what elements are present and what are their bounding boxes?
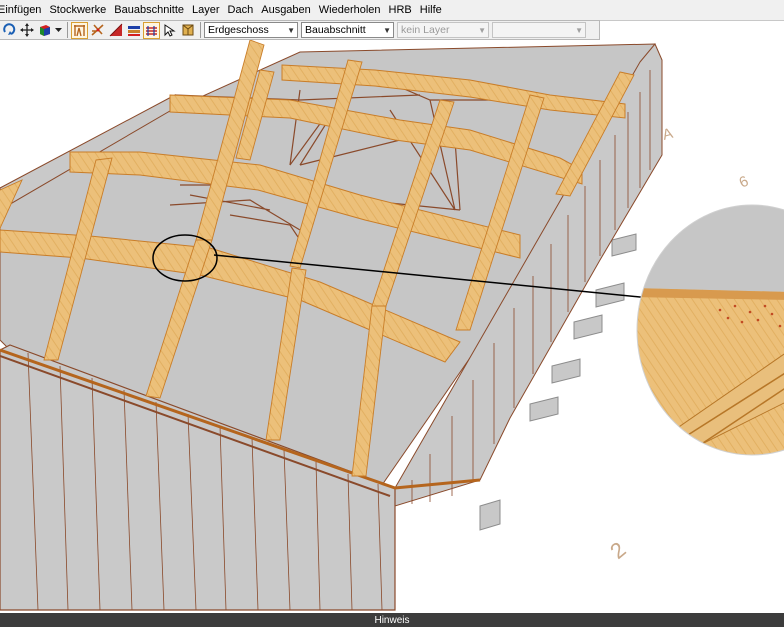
3d-viewport[interactable]: A 6 2: [0, 39, 784, 613]
cube-view-icon[interactable]: [36, 22, 53, 39]
layers-icon[interactable]: [143, 21, 160, 39]
cursor-icon[interactable]: [161, 22, 178, 39]
chevron-down-icon: ▼: [383, 25, 391, 35]
menu-item-wiederholen[interactable]: Wiederholen: [315, 0, 385, 20]
menu-item-ausgaben[interactable]: Ausgaben: [257, 0, 315, 20]
toolbar-separator: [200, 22, 201, 38]
section-select-value: Bauabschnitt: [305, 24, 366, 36]
chevron-down-icon: ▼: [575, 25, 583, 35]
axis-label-2: 2: [605, 537, 630, 564]
axis-label-6: 6: [737, 173, 752, 192]
roof-surface-icon[interactable]: [107, 22, 124, 39]
chevron-down-icon: ▼: [478, 25, 486, 35]
axis-label-a: A: [661, 125, 675, 144]
extra-select[interactable]: ▼: [492, 22, 586, 38]
toolbar: Erdgeschoss ▼ Bauabschnitt ▼ kein Layer …: [0, 20, 600, 40]
floor-select[interactable]: Erdgeschoss ▼: [204, 22, 298, 38]
menu-item-layer[interactable]: Layer: [188, 0, 224, 20]
menu-item-dach[interactable]: Dach: [224, 0, 258, 20]
post-beam-icon[interactable]: [71, 21, 88, 39]
menu-item-stockwerke[interactable]: Stockwerke: [45, 0, 110, 20]
layer-select-value: kein Layer: [401, 24, 450, 36]
wall-icon[interactable]: [125, 22, 142, 39]
menu-item-bauabschnitte[interactable]: Bauabschnitte: [110, 0, 188, 20]
menu-item-hilfe[interactable]: Hilfe: [416, 0, 446, 20]
rafter-icon[interactable]: [89, 22, 106, 39]
chevron-down-icon[interactable]: [54, 22, 63, 39]
menu-item-hrb[interactable]: HRB: [385, 0, 416, 20]
move-icon[interactable]: [18, 22, 35, 39]
floor-select-value: Erdgeschoss: [208, 24, 269, 36]
status-hint: Hinweis: [374, 614, 410, 626]
toolbar-separator: [67, 22, 68, 38]
status-bar: Hinweis: [0, 613, 784, 627]
menu-item-einfuegen[interactable]: Einfügen: [0, 0, 45, 20]
layer-select[interactable]: kein Layer ▼: [397, 22, 489, 38]
detail-zoom-view: [637, 205, 784, 455]
chevron-down-icon: ▼: [287, 25, 295, 35]
menu-bar: Einfügen Stockwerke Bauabschnitte Layer …: [0, 0, 784, 21]
redo-icon[interactable]: [0, 22, 17, 39]
section-select[interactable]: Bauabschnitt ▼: [301, 22, 394, 38]
building-model: A 6 2: [0, 39, 784, 611]
object-library-icon[interactable]: [179, 22, 196, 39]
